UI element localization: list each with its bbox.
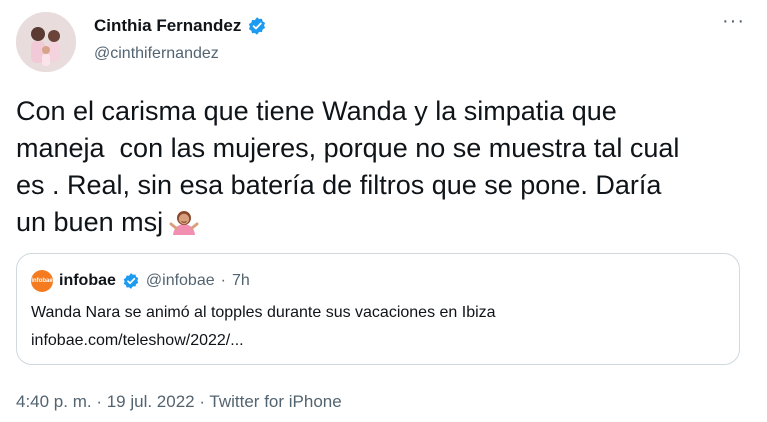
author-handle[interactable]: @cinthifernandez: [94, 45, 219, 63]
quoted-tweet[interactable]: infobae infobae @infobae · 7h Wanda Nara…: [16, 253, 740, 365]
quoted-author-handle: @infobae: [145, 272, 215, 289]
infobae-logo-icon: infobae: [31, 270, 53, 292]
author-name-row[interactable]: Cinthia Fernandez: [94, 16, 267, 36]
tweet-body: Con el carisma que tiene Wanda y la simp…: [16, 96, 680, 237]
verified-badge-icon: [247, 16, 267, 36]
woman-shrugging-emoji-icon: [169, 207, 199, 247]
author-name[interactable]: Cinthia Fernandez: [94, 16, 241, 36]
separator-dot: ·: [220, 272, 226, 289]
quoted-tweet-time: 7h: [231, 272, 250, 289]
avatar[interactable]: [16, 12, 76, 72]
quoted-tweet-link[interactable]: infobae.com/teleshow/2022/...: [31, 332, 244, 350]
quoted-tweet-text: Wanda Nara se animó al topples durante s…: [31, 304, 496, 321]
quoted-tweet-header: infobae infobae @infobae · 7h: [31, 270, 250, 292]
tweet-timestamp[interactable]: 4:40 p. m. · 19 jul. 2022 · Twitter for …: [16, 392, 342, 412]
quoted-author-name: infobae: [59, 272, 116, 289]
tweet-text: Con el carisma que tiene Wanda y la simp…: [16, 93, 751, 247]
verified-badge-icon: [122, 272, 140, 290]
more-options-icon[interactable]: ···: [722, 10, 745, 33]
